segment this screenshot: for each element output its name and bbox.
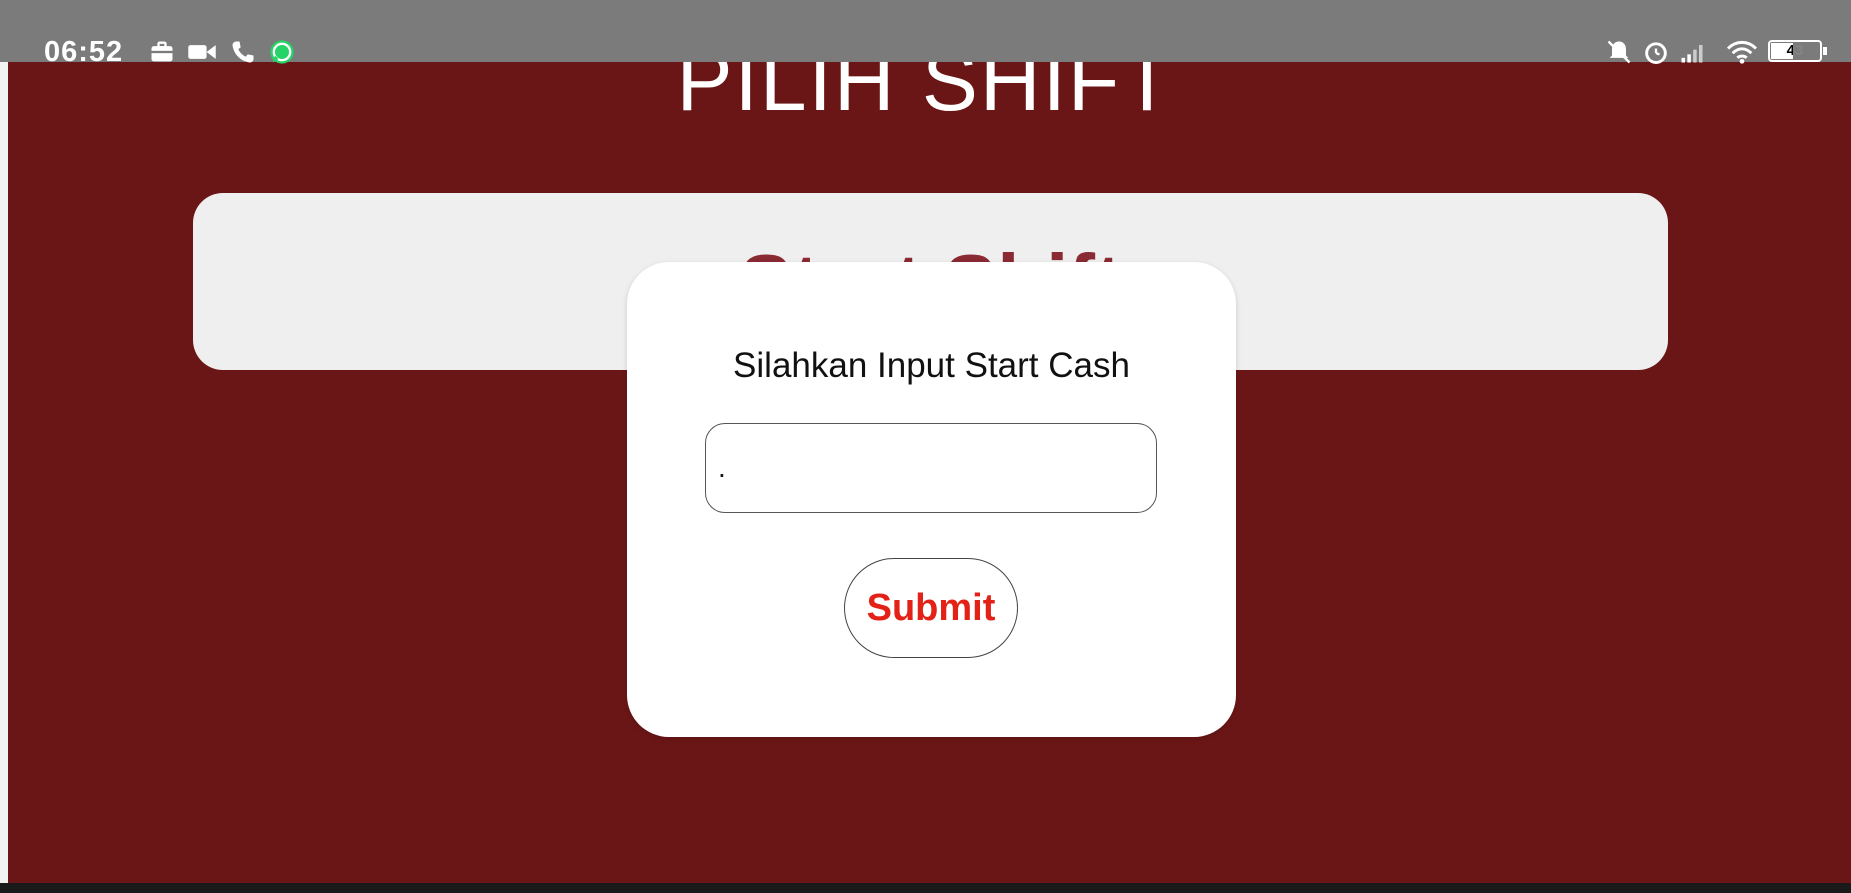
left-edge xyxy=(0,0,8,893)
signal-icon xyxy=(1681,45,1703,63)
modal-title: Silahkan Input Start Cash xyxy=(733,346,1130,385)
battery-icon: 43 xyxy=(1768,40,1827,62)
alarm-icon xyxy=(1645,42,1667,64)
bottom-bar xyxy=(0,883,1851,893)
battery-level: 43 xyxy=(1786,42,1804,59)
phone-icon xyxy=(232,41,254,63)
wifi-icon xyxy=(1726,40,1758,64)
briefcase-icon xyxy=(151,41,173,62)
whatsapp-icon xyxy=(270,40,294,64)
status-time: 06:52 xyxy=(44,36,124,68)
submit-button[interactable]: Submit xyxy=(844,558,1018,658)
start-cash-input[interactable] xyxy=(705,423,1157,513)
app-screen: 06:52 43 PILIH SHIFT Silahkan Input Star… xyxy=(0,0,1851,893)
video-camera-icon xyxy=(188,45,216,59)
status-bar: 06:52 43 xyxy=(0,0,1851,68)
start-cash-modal: Silahkan Input Start Cash Submit xyxy=(627,262,1236,737)
mute-icon xyxy=(1607,40,1631,64)
